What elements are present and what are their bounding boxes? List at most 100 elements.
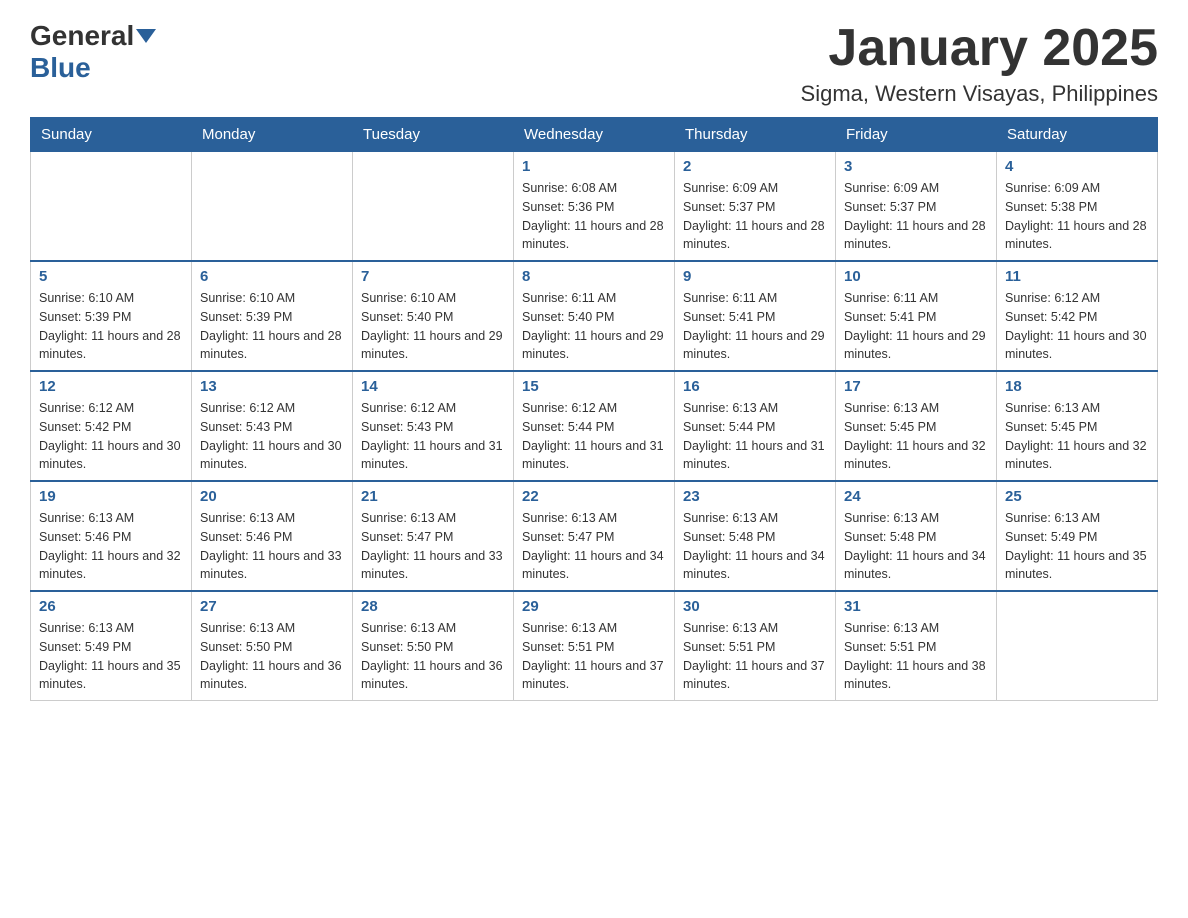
day-info: Sunrise: 6:13 AMSunset: 5:45 PMDaylight:…	[1005, 399, 1149, 474]
day-header-tuesday: Tuesday	[353, 118, 514, 152]
day-info: Sunrise: 6:09 AMSunset: 5:37 PMDaylight:…	[683, 179, 827, 254]
day-number: 6	[200, 268, 344, 285]
day-number: 11	[1005, 268, 1149, 285]
calendar-header-row: SundayMondayTuesdayWednesdayThursdayFrid…	[31, 118, 1158, 152]
day-number: 16	[683, 378, 827, 395]
calendar-cell: 6 Sunrise: 6:10 AMSunset: 5:39 PMDaylight…	[192, 261, 353, 371]
day-info: Sunrise: 6:13 AMSunset: 5:47 PMDaylight:…	[522, 509, 666, 584]
calendar-cell: 5 Sunrise: 6:10 AMSunset: 5:39 PMDaylight…	[31, 261, 192, 371]
calendar-cell: 22 Sunrise: 6:13 AMSunset: 5:47 PMDayligh…	[514, 481, 675, 591]
calendar-week-row: 1 Sunrise: 6:08 AMSunset: 5:36 PMDaylight…	[31, 152, 1158, 262]
calendar-cell: 31Sunrise: 6:13 AMSunset: 5:51 PMDayligh…	[836, 591, 997, 701]
title-section: January 2025 Sigma, Western Visayas, Phi…	[801, 20, 1158, 107]
calendar-cell: 4 Sunrise: 6:09 AMSunset: 5:38 PMDaylight…	[997, 152, 1158, 262]
calendar-cell	[353, 152, 514, 262]
day-info: Sunrise: 6:13 AMSunset: 5:47 PMDaylight:…	[361, 509, 505, 584]
calendar-week-row: 12 Sunrise: 6:12 AMSunset: 5:42 PMDayligh…	[31, 371, 1158, 481]
calendar-cell: 10Sunrise: 6:11 AMSunset: 5:41 PMDayligh…	[836, 261, 997, 371]
day-info: Sunrise: 6:13 AMSunset: 5:49 PMDaylight:…	[39, 619, 183, 694]
calendar-cell: 14 Sunrise: 6:12 AMSunset: 5:43 PMDayligh…	[353, 371, 514, 481]
calendar-cell	[997, 591, 1158, 701]
day-number: 9	[683, 268, 827, 285]
day-info: Sunrise: 6:13 AMSunset: 5:44 PMDaylight:…	[683, 399, 827, 474]
calendar-cell: 13Sunrise: 6:12 AMSunset: 5:43 PMDayligh…	[192, 371, 353, 481]
day-number: 23	[683, 488, 827, 505]
day-info: Sunrise: 6:09 AMSunset: 5:37 PMDaylight:…	[844, 179, 988, 254]
logo: General Blue	[30, 20, 158, 84]
day-info: Sunrise: 6:13 AMSunset: 5:48 PMDaylight:…	[683, 509, 827, 584]
calendar-cell: 21 Sunrise: 6:13 AMSunset: 5:47 PMDayligh…	[353, 481, 514, 591]
day-info: Sunrise: 6:09 AMSunset: 5:38 PMDaylight:…	[1005, 179, 1149, 254]
calendar-cell: 24Sunrise: 6:13 AMSunset: 5:48 PMDayligh…	[836, 481, 997, 591]
day-number: 14	[361, 378, 505, 395]
day-number: 5	[39, 268, 183, 285]
calendar-cell: 18 Sunrise: 6:13 AMSunset: 5:45 PMDayligh…	[997, 371, 1158, 481]
day-number: 18	[1005, 378, 1149, 395]
day-number: 12	[39, 378, 183, 395]
calendar-cell: 2 Sunrise: 6:09 AMSunset: 5:37 PMDaylight…	[675, 152, 836, 262]
day-info: Sunrise: 6:10 AMSunset: 5:39 PMDaylight:…	[200, 289, 344, 364]
calendar-week-row: 26 Sunrise: 6:13 AMSunset: 5:49 PMDayligh…	[31, 591, 1158, 701]
day-number: 27	[200, 598, 344, 615]
logo-arrow-icon	[136, 29, 156, 43]
location-title: Sigma, Western Visayas, Philippines	[801, 81, 1158, 107]
day-info: Sunrise: 6:13 AMSunset: 5:45 PMDaylight:…	[844, 399, 988, 474]
day-info: Sunrise: 6:13 AMSunset: 5:51 PMDaylight:…	[683, 619, 827, 694]
day-number: 31	[844, 598, 988, 615]
day-info: Sunrise: 6:13 AMSunset: 5:51 PMDaylight:…	[522, 619, 666, 694]
day-number: 26	[39, 598, 183, 615]
day-number: 1	[522, 158, 666, 175]
day-number: 4	[1005, 158, 1149, 175]
day-number: 10	[844, 268, 988, 285]
calendar-cell	[192, 152, 353, 262]
day-info: Sunrise: 6:12 AMSunset: 5:44 PMDaylight:…	[522, 399, 666, 474]
day-number: 21	[361, 488, 505, 505]
day-info: Sunrise: 6:13 AMSunset: 5:49 PMDaylight:…	[1005, 509, 1149, 584]
day-number: 20	[200, 488, 344, 505]
day-info: Sunrise: 6:12 AMSunset: 5:42 PMDaylight:…	[1005, 289, 1149, 364]
calendar-cell: 9Sunrise: 6:11 AMSunset: 5:41 PMDaylight…	[675, 261, 836, 371]
day-info: Sunrise: 6:13 AMSunset: 5:48 PMDaylight:…	[844, 509, 988, 584]
day-info: Sunrise: 6:12 AMSunset: 5:42 PMDaylight:…	[39, 399, 183, 474]
day-header-wednesday: Wednesday	[514, 118, 675, 152]
day-number: 30	[683, 598, 827, 615]
day-info: Sunrise: 6:10 AMSunset: 5:39 PMDaylight:…	[39, 289, 183, 364]
day-info: Sunrise: 6:11 AMSunset: 5:40 PMDaylight:…	[522, 289, 666, 364]
logo-general-text: General	[30, 20, 134, 52]
calendar-cell: 26 Sunrise: 6:13 AMSunset: 5:49 PMDayligh…	[31, 591, 192, 701]
day-info: Sunrise: 6:13 AMSunset: 5:50 PMDaylight:…	[200, 619, 344, 694]
day-info: Sunrise: 6:12 AMSunset: 5:43 PMDaylight:…	[361, 399, 505, 474]
calendar-cell: 28Sunrise: 6:13 AMSunset: 5:50 PMDayligh…	[353, 591, 514, 701]
day-info: Sunrise: 6:13 AMSunset: 5:46 PMDaylight:…	[200, 509, 344, 584]
day-number: 29	[522, 598, 666, 615]
day-info: Sunrise: 6:10 AMSunset: 5:40 PMDaylight:…	[361, 289, 505, 364]
day-number: 15	[522, 378, 666, 395]
day-header-sunday: Sunday	[31, 118, 192, 152]
day-info: Sunrise: 6:08 AMSunset: 5:36 PMDaylight:…	[522, 179, 666, 254]
day-number: 2	[683, 158, 827, 175]
calendar-cell: 20 Sunrise: 6:13 AMSunset: 5:46 PMDayligh…	[192, 481, 353, 591]
day-info: Sunrise: 6:12 AMSunset: 5:43 PMDaylight:…	[200, 399, 344, 474]
calendar-cell: 15 Sunrise: 6:12 AMSunset: 5:44 PMDayligh…	[514, 371, 675, 481]
day-info: Sunrise: 6:13 AMSunset: 5:50 PMDaylight:…	[361, 619, 505, 694]
calendar-week-row: 19Sunrise: 6:13 AMSunset: 5:46 PMDayligh…	[31, 481, 1158, 591]
calendar-cell: 8 Sunrise: 6:11 AMSunset: 5:40 PMDaylight…	[514, 261, 675, 371]
calendar-cell: 12 Sunrise: 6:12 AMSunset: 5:42 PMDayligh…	[31, 371, 192, 481]
calendar-cell	[31, 152, 192, 262]
calendar-cell: 11 Sunrise: 6:12 AMSunset: 5:42 PMDayligh…	[997, 261, 1158, 371]
calendar-cell: 1 Sunrise: 6:08 AMSunset: 5:36 PMDaylight…	[514, 152, 675, 262]
day-number: 8	[522, 268, 666, 285]
day-number: 3	[844, 158, 988, 175]
day-header-saturday: Saturday	[997, 118, 1158, 152]
calendar-cell: 30 Sunrise: 6:13 AMSunset: 5:51 PMDayligh…	[675, 591, 836, 701]
calendar-cell: 3 Sunrise: 6:09 AMSunset: 5:37 PMDaylight…	[836, 152, 997, 262]
calendar-week-row: 5 Sunrise: 6:10 AMSunset: 5:39 PMDaylight…	[31, 261, 1158, 371]
day-header-thursday: Thursday	[675, 118, 836, 152]
logo-blue-text: Blue	[30, 52, 91, 84]
day-number: 25	[1005, 488, 1149, 505]
day-header-monday: Monday	[192, 118, 353, 152]
day-number: 22	[522, 488, 666, 505]
calendar-cell: 27 Sunrise: 6:13 AMSunset: 5:50 PMDayligh…	[192, 591, 353, 701]
day-info: Sunrise: 6:13 AMSunset: 5:46 PMDaylight:…	[39, 509, 183, 584]
day-header-friday: Friday	[836, 118, 997, 152]
